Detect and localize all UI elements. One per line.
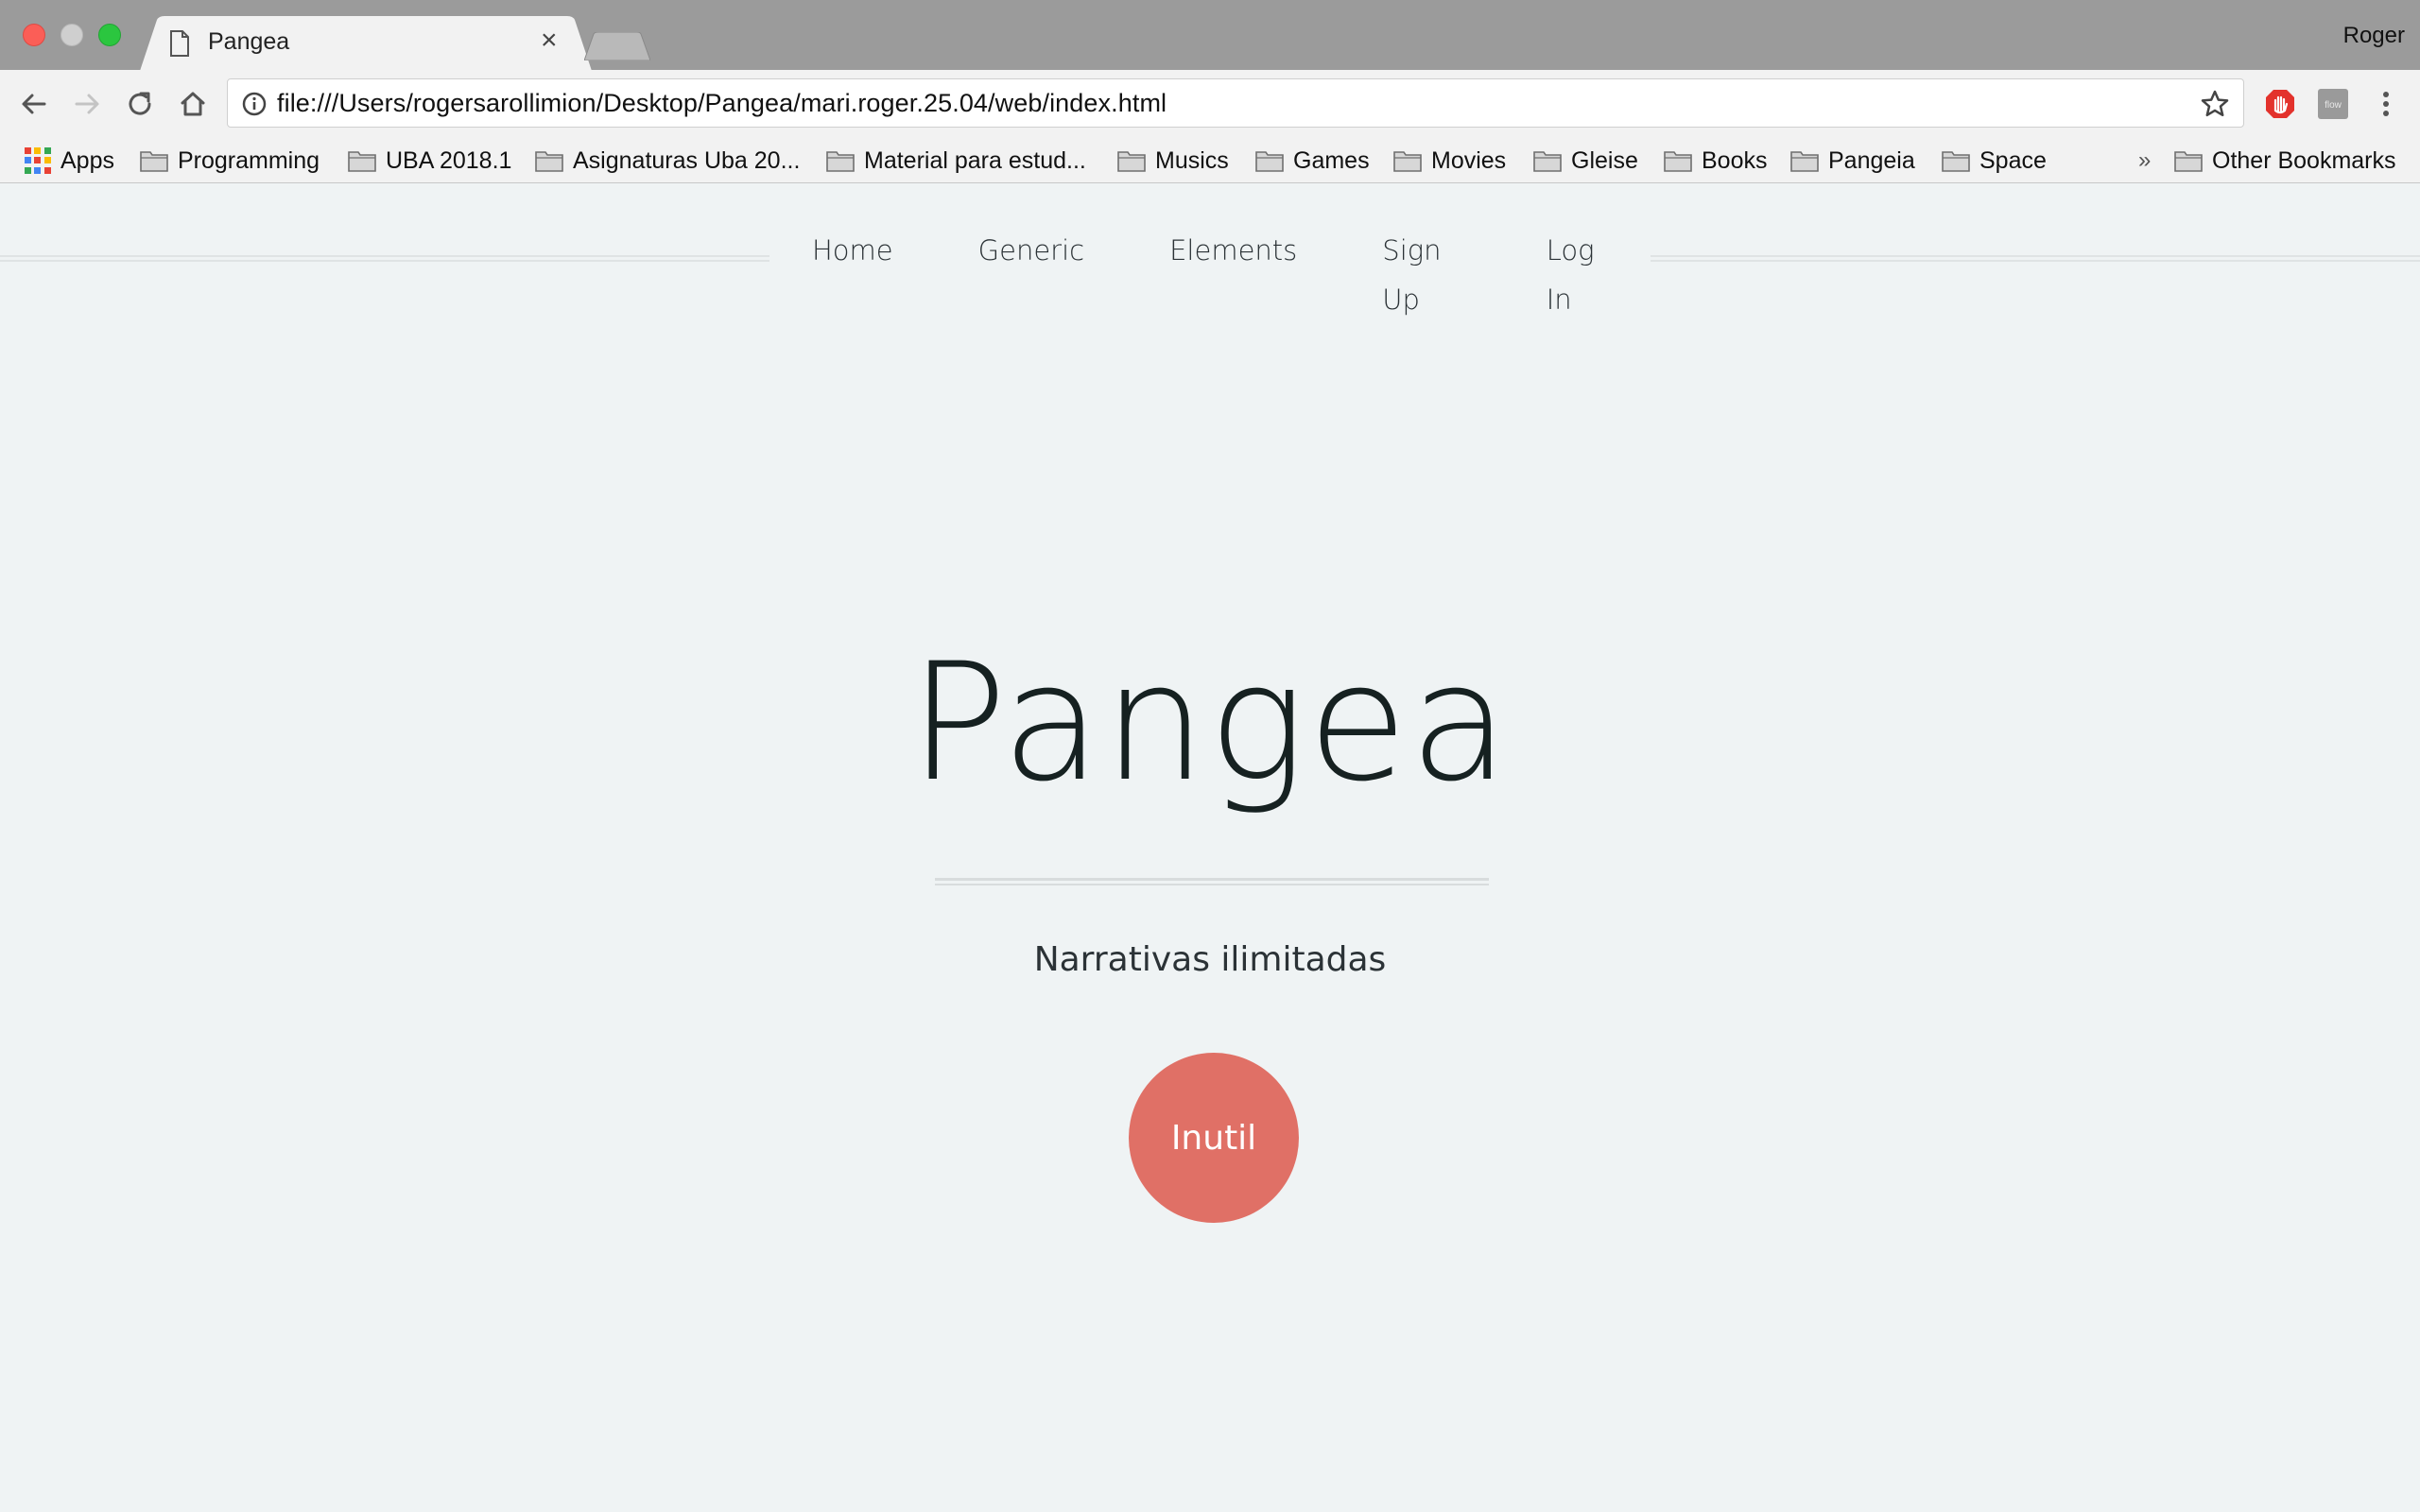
nav-home[interactable]: Home: [769, 226, 936, 275]
forward-button[interactable]: [70, 87, 104, 121]
reload-button[interactable]: [123, 87, 157, 121]
flow-extension-button[interactable]: flow: [2316, 87, 2350, 121]
other-bookmarks[interactable]: Other Bookmarks: [2174, 144, 2396, 178]
bookmark-label: UBA 2018.1: [386, 146, 512, 174]
tab-close-icon[interactable]: ×: [541, 25, 558, 57]
bookmark-folder-material[interactable]: Material para estud...: [826, 144, 1086, 178]
nav-divider-right: [1651, 255, 2420, 262]
adblock-icon[interactable]: [2263, 87, 2297, 121]
bookmark-apps[interactable]: Apps: [25, 144, 114, 178]
folder-icon: [140, 151, 168, 172]
bookmark-label: Asignaturas Uba 20...: [573, 146, 801, 174]
flow-icon: flow: [2318, 89, 2348, 119]
bookmark-label: Gleise: [1571, 146, 1638, 174]
arrow-left-icon: [22, 94, 46, 114]
folder-icon: [2174, 151, 2203, 172]
url-text: file:///Users/rogersarollimion/Desktop/P…: [277, 89, 1167, 117]
bookmark-folder-books[interactable]: Books: [1664, 144, 1767, 178]
browser-toolbar: file:///Users/rogersarollimion/Desktop/P…: [0, 70, 2420, 138]
bookmark-label: Pangeia: [1828, 146, 1915, 174]
folder-icon: [826, 151, 855, 172]
flow-icon-label: flow: [2325, 100, 2342, 111]
folder-icon: [1942, 151, 1970, 172]
apps-grid-icon: [25, 147, 51, 174]
bookmark-label: Games: [1293, 146, 1370, 174]
bookmark-label: Musics: [1155, 146, 1229, 174]
reload-icon: [129, 92, 151, 115]
nav-divider-left: [0, 255, 769, 262]
nav-elements[interactable]: Elements: [1127, 226, 1340, 275]
adblock-hand-icon: [2266, 90, 2294, 118]
hero-subtitle: Narrativas ilimitadas: [1033, 940, 1387, 979]
folder-icon: [1117, 151, 1146, 172]
folder-icon: [1393, 151, 1422, 172]
bookmark-label: Space: [1979, 146, 2047, 174]
site-nav: Home Generic Elements Sign Up Log In: [769, 226, 1651, 316]
bookmark-label: Apps: [60, 146, 114, 174]
menu-button[interactable]: [2369, 87, 2403, 121]
hero-button[interactable]: Inutil: [1129, 1053, 1299, 1223]
document-icon: [170, 30, 189, 57]
arrow-right-icon: [75, 94, 99, 114]
bookmark-star-icon[interactable]: [2200, 89, 2230, 119]
folder-icon: [348, 151, 376, 172]
other-bookmarks-label: Other Bookmarks: [2212, 146, 2396, 174]
bookmark-label: Material para estud...: [864, 146, 1086, 174]
home-icon: [181, 92, 205, 116]
nav-generic[interactable]: Generic: [936, 226, 1127, 275]
maximize-window-button[interactable]: [98, 24, 121, 46]
bookmark-folder-movies[interactable]: Movies: [1393, 144, 1506, 178]
home-button[interactable]: [176, 87, 210, 121]
tab-strip: Pangea × Roger: [0, 0, 2420, 71]
new-tab-button[interactable]: [584, 32, 650, 60]
browser-tab[interactable]: Pangea ×: [140, 16, 592, 71]
bookmark-folder-programming[interactable]: Programming: [140, 144, 320, 178]
web-page: Home Generic Elements Sign Up Log In Pan…: [0, 184, 2420, 1512]
bookmark-label: Books: [1702, 146, 1768, 174]
close-window-button[interactable]: [23, 24, 45, 46]
back-button[interactable]: [17, 87, 51, 121]
nav-log-in[interactable]: Log In: [1504, 226, 1651, 316]
bookmark-label: Movies: [1431, 146, 1507, 174]
hero-divider: [935, 878, 1489, 885]
bookmark-folder-games[interactable]: Games: [1255, 144, 1370, 178]
folder-icon: [1790, 151, 1819, 172]
profile-name[interactable]: Roger: [2343, 23, 2405, 49]
bookmark-label: Programming: [178, 146, 320, 174]
nav-sign-up[interactable]: Sign Up: [1340, 226, 1503, 316]
folder-icon: [1664, 151, 1692, 172]
folder-icon: [1533, 151, 1562, 172]
folder-icon: [535, 151, 563, 172]
address-bar[interactable]: file:///Users/rogersarollimion/Desktop/P…: [227, 78, 2244, 128]
bookmarks-overflow-button[interactable]: »: [2138, 144, 2151, 178]
folder-icon: [1255, 151, 1284, 172]
bookmark-folder-pangeia[interactable]: Pangeia: [1790, 144, 1915, 178]
hero-title: Pangea: [908, 627, 1512, 817]
bookmark-folder-musics[interactable]: Musics: [1117, 144, 1229, 178]
bookmark-folder-asignaturas[interactable]: Asignaturas Uba 20...: [535, 144, 800, 178]
bookmarks-bar: Apps Programming UBA 2018.1 Asignaturas …: [0, 138, 2420, 183]
minimize-window-button[interactable]: [60, 24, 83, 46]
tab-title: Pangea: [208, 28, 290, 55]
kebab-menu-icon: [2383, 92, 2389, 116]
bookmark-folder-uba[interactable]: UBA 2018.1: [348, 144, 511, 178]
bookmark-folder-space[interactable]: Space: [1942, 144, 2047, 178]
info-icon[interactable]: [241, 91, 268, 117]
bookmark-folder-gleise[interactable]: Gleise: [1533, 144, 1638, 178]
